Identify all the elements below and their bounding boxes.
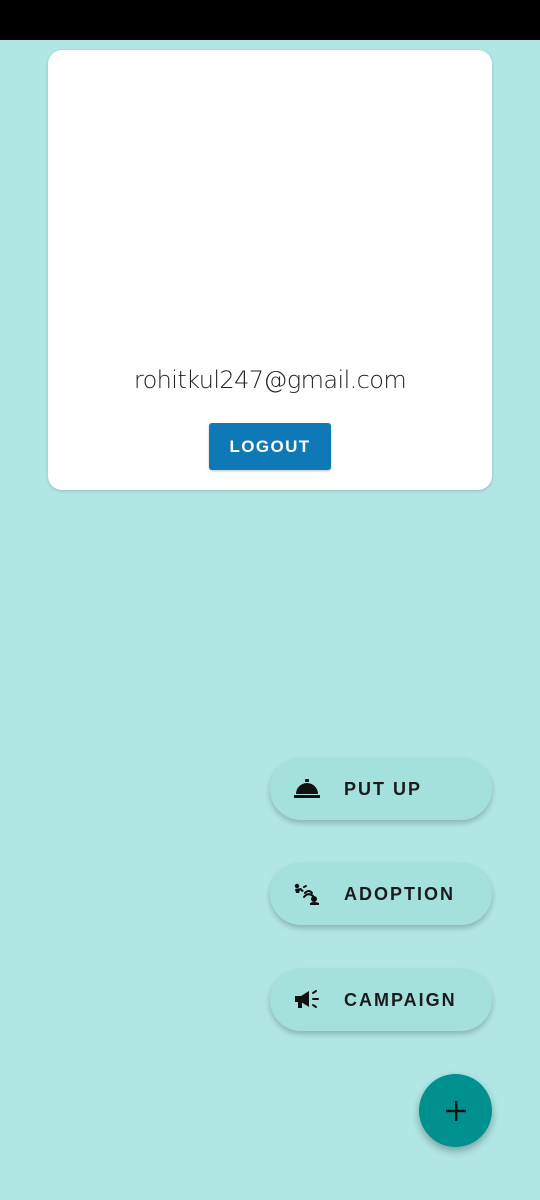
put-up-button[interactable]: PUT UP xyxy=(270,758,492,820)
user-email: rohitkul247@gmail.com xyxy=(133,366,407,394)
plus-icon xyxy=(445,1100,467,1122)
put-up-label: PUT UP xyxy=(344,778,423,799)
profile-card: rohitkul247@gmail.com LOGOUT xyxy=(48,50,492,490)
room-service-icon xyxy=(292,777,322,801)
campaign-label: CAMPAIGN xyxy=(344,989,457,1010)
status-bar xyxy=(0,0,540,40)
adoption-button[interactable]: ADOPTION xyxy=(270,863,492,925)
adoption-icon xyxy=(292,882,322,906)
adoption-label: ADOPTION xyxy=(344,883,456,904)
logout-button[interactable]: LOGOUT xyxy=(209,423,331,470)
campaign-button[interactable]: CAMPAIGN xyxy=(270,969,492,1031)
megaphone-icon xyxy=(292,988,322,1012)
add-fab-button[interactable] xyxy=(419,1074,492,1147)
